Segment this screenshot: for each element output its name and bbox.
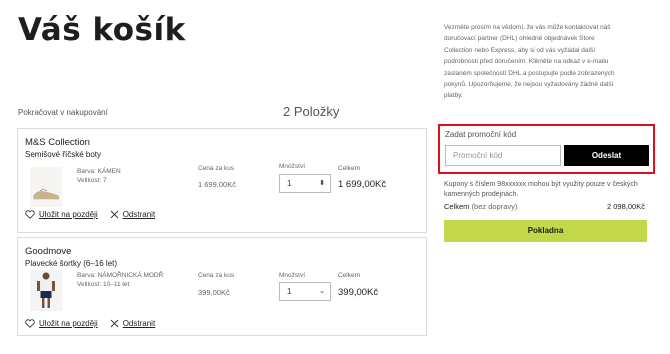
order-total-title: Celkem bbox=[444, 202, 470, 211]
unit-price: 1 699,00Kč bbox=[198, 180, 236, 189]
heart-icon bbox=[25, 210, 35, 219]
save-for-later-button[interactable]: Uložit na později bbox=[25, 319, 98, 328]
notice-line: doručovací partner (DHL) ohledně objedná… bbox=[444, 35, 595, 43]
page-title: Váš košík bbox=[18, 12, 186, 48]
continue-shopping-link[interactable]: Pokračovat v nakupování bbox=[18, 108, 108, 117]
notice-line: Vezměte prosím na vědomí, že vás může ko… bbox=[444, 24, 611, 31]
total-label: Celkem bbox=[338, 272, 361, 279]
promo-code-input[interactable]: Promoční kód bbox=[445, 145, 561, 166]
save-for-later-label: Uložit na později bbox=[39, 210, 98, 219]
order-total-value: 2 098,00Kč bbox=[607, 202, 645, 211]
quantity-value: 1 bbox=[287, 287, 292, 296]
chevron-updown-icon: ⬍ bbox=[319, 180, 325, 187]
cart-item: M&S Collection Semišové říčské boty Barv… bbox=[17, 128, 427, 233]
item-count: 2 Položky bbox=[283, 104, 340, 119]
quantity-value: 1 bbox=[287, 179, 292, 188]
order-total-note: (bez dopravy) bbox=[471, 202, 518, 211]
product-image-shorts[interactable] bbox=[30, 270, 62, 311]
item-color: Barva: NÁMOŘNICKÁ MODŘ bbox=[77, 272, 164, 279]
item-brand: M&S Collection bbox=[25, 137, 90, 148]
item-actions: Uložit na později Odstranit bbox=[25, 210, 167, 219]
cart-item: Goodmove Plavecké šortky (6–16 let) Barv… bbox=[17, 237, 427, 336]
quantity-label: Množství bbox=[279, 272, 306, 279]
item-size: Velikost: 10–11 let bbox=[77, 281, 130, 288]
chevron-down-icon: ⌄ bbox=[319, 288, 325, 295]
unit-price-label: Cena za kus bbox=[198, 272, 235, 279]
line-total: 399,00Kč bbox=[338, 287, 379, 298]
item-size: Velikost: 7 bbox=[77, 177, 107, 184]
item-brand: Goodmove bbox=[25, 246, 72, 257]
promo-code-label: Zadat promoční kód bbox=[445, 130, 517, 139]
delivery-notice: Vezměte prosím na vědomí, že vás může ko… bbox=[444, 22, 649, 102]
unit-price: 399,00Kč bbox=[198, 288, 230, 297]
save-for-later-button[interactable]: Uložit na později bbox=[25, 210, 98, 219]
item-actions: Uložit na později Odstranit bbox=[25, 319, 167, 328]
item-color: Barva: KÁMEN bbox=[77, 168, 121, 175]
remove-button[interactable]: Odstranit bbox=[110, 210, 155, 219]
product-image-shoes[interactable] bbox=[30, 167, 62, 207]
quantity-label: Množství bbox=[279, 163, 306, 170]
promo-submit-button[interactable]: Odeslat bbox=[564, 145, 649, 166]
quantity-select[interactable]: 1 ⬍ bbox=[279, 174, 331, 193]
item-attributes: Barva: KÁMEN Velikost: 7 bbox=[77, 167, 121, 185]
quantity-select[interactable]: 1 ⌄ bbox=[279, 282, 331, 301]
close-icon bbox=[110, 210, 119, 219]
notice-line: platby. bbox=[444, 92, 463, 100]
coupon-note: Kupony s číslem 98xxxxxx mohou být využi… bbox=[444, 181, 638, 198]
order-total-label: Celkem (bez dopravy) bbox=[444, 202, 517, 211]
notice-line: podrobnosti před doručením. Klikněte na … bbox=[444, 58, 609, 66]
notice-line: Collection nebo Express, aby si od vás v… bbox=[444, 46, 596, 54]
heart-icon bbox=[25, 319, 35, 328]
save-for-later-label: Uložit na později bbox=[39, 319, 98, 328]
notice-line: zaslaném společností DHL a postupujte po… bbox=[444, 69, 615, 77]
unit-price-label: Cena za kus bbox=[198, 165, 235, 172]
item-name[interactable]: Plavecké šortky (6–16 let) bbox=[25, 259, 117, 268]
total-label: Celkem bbox=[338, 165, 361, 172]
notice-line: pokynů. Upozorňujeme, že nejsou vyžadová… bbox=[444, 81, 614, 89]
line-total: 1 699,00Kč bbox=[338, 179, 387, 190]
promo-code-section: Zadat promoční kód Promoční kód Odeslat bbox=[438, 124, 655, 174]
remove-label: Odstranit bbox=[122, 319, 156, 328]
checkout-button[interactable]: Pokladna bbox=[444, 220, 647, 242]
remove-button[interactable]: Odstranit bbox=[110, 319, 155, 328]
item-attributes: Barva: NÁMOŘNICKÁ MODŘ Velikost: 10–11 l… bbox=[77, 271, 163, 289]
close-icon bbox=[110, 319, 119, 328]
item-name[interactable]: Semišové říčské boty bbox=[25, 150, 101, 159]
remove-label: Odstranit bbox=[122, 210, 156, 219]
